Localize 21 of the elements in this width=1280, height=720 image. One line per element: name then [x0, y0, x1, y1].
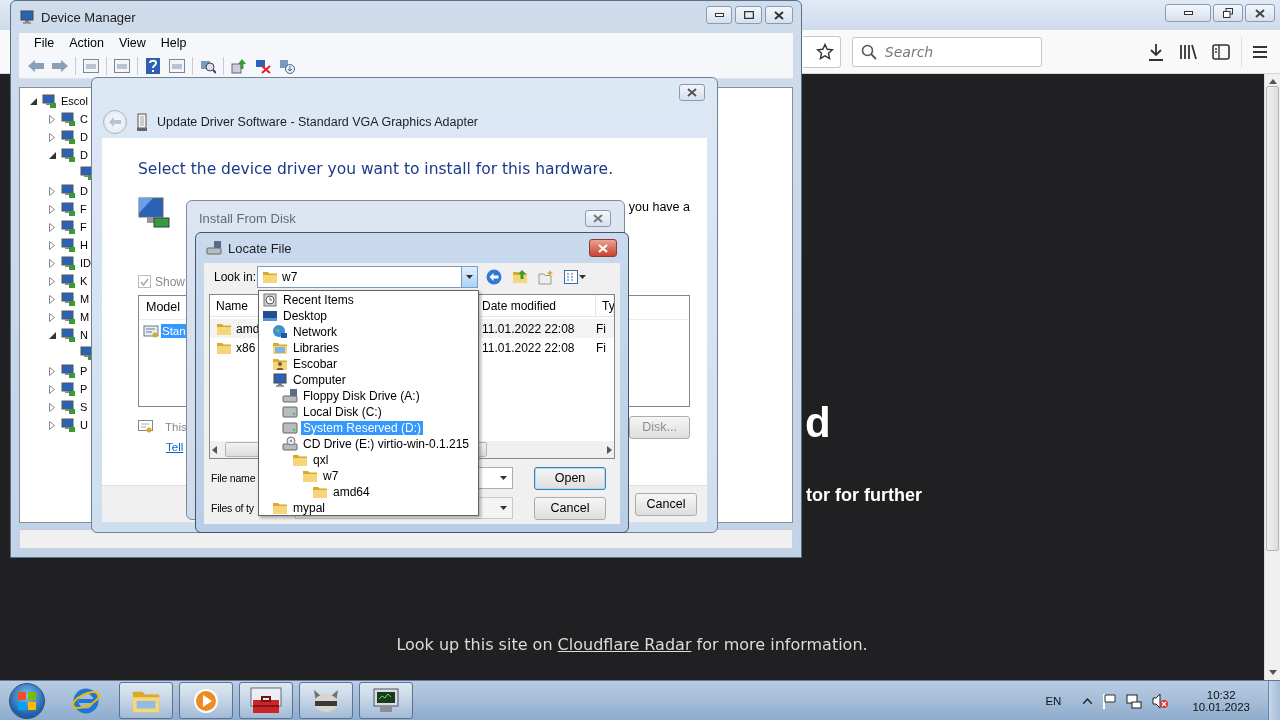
- instruction-text: you have a: [628, 199, 690, 214]
- dialog-title: Update Driver Software - Standard VGA Graphics Adapter: [157, 115, 478, 129]
- checkbox-label: Show: [155, 274, 186, 289]
- file-name: x86: [236, 340, 256, 355]
- file-date: 11.01.2022 22:08: [481, 340, 576, 355]
- file-name-label: File name: [211, 472, 256, 484]
- info-text: Look up this site on Cloudflare Radar for more information.: [395, 634, 869, 654]
- clock-time: 10:32: [1206, 688, 1236, 701]
- window-title: Device Manager: [41, 9, 136, 25]
- dialog-title: Install From Disk: [199, 210, 296, 226]
- file-date: 11.01.2022 22:08: [481, 321, 576, 336]
- look-in-label: Look in:: [214, 270, 257, 284]
- file-type: Fi: [596, 340, 607, 355]
- signature-note: This: [165, 421, 187, 434]
- page-message: tor for further: [806, 485, 923, 507]
- file-type: Fi: [596, 321, 607, 336]
- file-type-label: Files of ty: [211, 502, 254, 514]
- dialog-title: Locate File: [228, 240, 292, 256]
- dialog-heading: Select the device driver you want to install for this hardware.: [138, 160, 615, 179]
- page-heading: d: [805, 402, 832, 444]
- clock-date: 10.01.2023: [1192, 700, 1250, 713]
